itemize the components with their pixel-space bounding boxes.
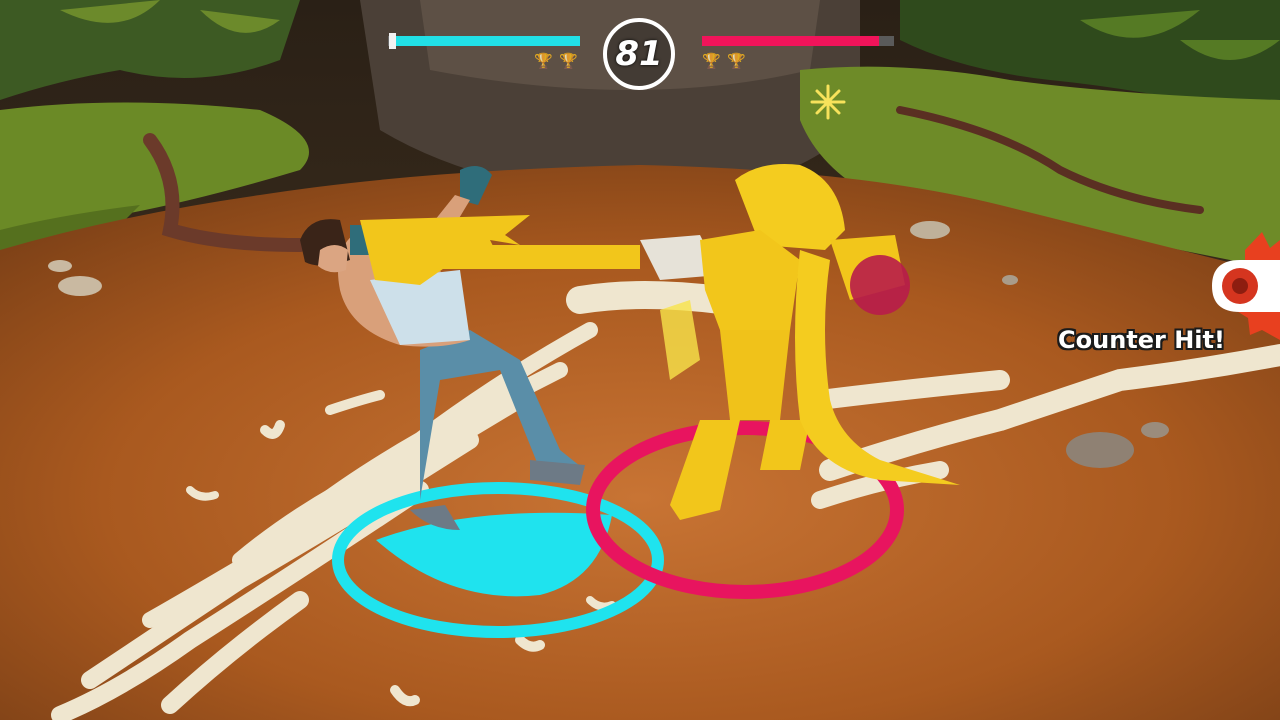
round-timer: 81 xyxy=(615,34,663,74)
player1-health-bar xyxy=(388,33,580,49)
trophy-icon: 🏆 xyxy=(534,52,553,70)
trophy-icon: 🏆 xyxy=(702,52,721,70)
sparkle-effect xyxy=(810,84,846,120)
game-screen: 🏆 🏆 81 🏆 🏆 Counter Hit! xyxy=(0,0,1280,720)
offscreen-opponent-marker xyxy=(1212,260,1280,312)
arena-scene xyxy=(0,0,1280,720)
player1-health-fill xyxy=(391,36,580,46)
player2-health-bar xyxy=(702,36,894,46)
player2-health-fill xyxy=(702,36,879,46)
trophy-icon: 🏆 xyxy=(559,52,578,70)
player1-health-marker xyxy=(388,33,396,49)
trophy-icon: 🏆 xyxy=(727,52,746,70)
combat-text: Counter Hit! xyxy=(1058,326,1225,354)
